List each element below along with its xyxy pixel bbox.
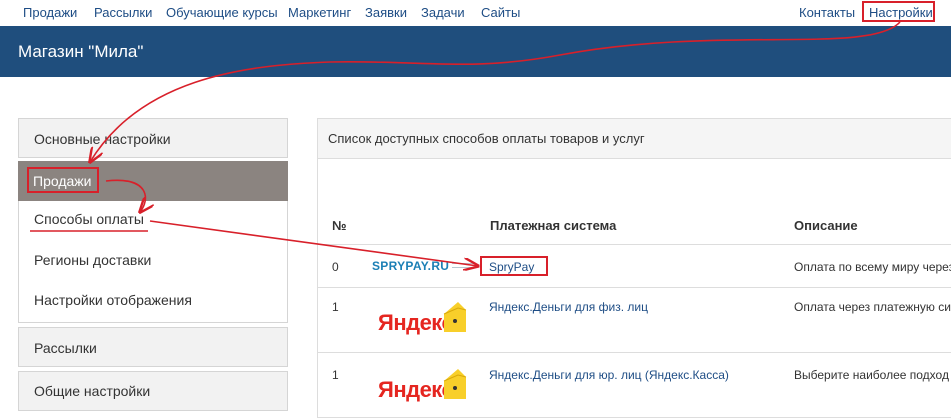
shop-title: Магазин "Мила" (18, 42, 144, 61)
sidebar-item-label: Основные настройки (34, 131, 171, 147)
nav-courses[interactable]: Обучающие курсы (166, 5, 278, 20)
row-divider (318, 287, 951, 288)
nav-sales[interactable]: Продажи (23, 5, 77, 20)
row-number: 1 (332, 368, 339, 382)
yandex-wallet-icon (443, 302, 467, 332)
settings-highlight (862, 1, 935, 22)
panel-header: Список доступных способов оплаты товаров… (318, 119, 951, 159)
nav-contacts[interactable]: Контакты (799, 5, 855, 20)
row-divider (318, 352, 951, 353)
sidebar-item-label: Рассылки (34, 340, 97, 356)
sidebar-item-label: Общие настройки (34, 383, 151, 399)
nav-tasks[interactable]: Задачи (421, 5, 465, 20)
row-description: Оплата через платежную сис (794, 300, 951, 314)
column-header-payment-system: Платежная система (490, 218, 617, 233)
app-header: Магазин "Мила" (0, 26, 951, 77)
sprypay-logo-tagline (452, 263, 476, 268)
nav-requests[interactable]: Заявки (365, 5, 407, 20)
payment-system-link[interactable]: Яндекс.Деньги для физ. лиц (489, 300, 648, 314)
row-divider (318, 244, 951, 245)
sprypay-logo: SPRYPAY.RU (372, 259, 450, 273)
sales-highlight (27, 167, 99, 193)
sidebar-subitem-delivery-regions[interactable]: Регионы доставки (34, 252, 151, 268)
column-header-description: Описание (794, 218, 858, 233)
sidebar-item-basic-settings[interactable]: Основные настройки (18, 118, 288, 158)
nav-sites[interactable]: Сайты (481, 5, 520, 20)
row-number: 0 (332, 260, 339, 274)
nav-marketing[interactable]: Маркетинг (288, 5, 351, 20)
yandex-wallet-icon (443, 369, 467, 399)
sidebar-submenu: Способы оплаты Регионы доставки Настройк… (18, 201, 288, 323)
sidebar-subitem-display-settings[interactable]: Настройки отображения (34, 292, 192, 308)
sidebar-item-general-settings[interactable]: Общие настройки (18, 371, 288, 411)
panel-title: Список доступных способов оплаты товаров… (328, 131, 645, 146)
payment-system-link[interactable]: Яндекс.Деньги для юр. лиц (Яндекс.Касса) (489, 368, 729, 382)
nav-mailings[interactable]: Рассылки (94, 5, 152, 20)
top-navigation: Продажи Рассылки Обучающие курсы Маркети… (0, 0, 951, 26)
column-header-number: № (332, 218, 347, 233)
sprypay-highlight (480, 256, 548, 276)
row-number: 1 (332, 300, 339, 314)
row-description: Выберите наиболее подход (794, 368, 949, 382)
sidebar-subitem-payment-methods[interactable]: Способы оплаты (34, 211, 144, 227)
sidebar-item-mailings[interactable]: Рассылки (18, 327, 288, 367)
row-description: Оплата по всему миру через (794, 260, 951, 274)
